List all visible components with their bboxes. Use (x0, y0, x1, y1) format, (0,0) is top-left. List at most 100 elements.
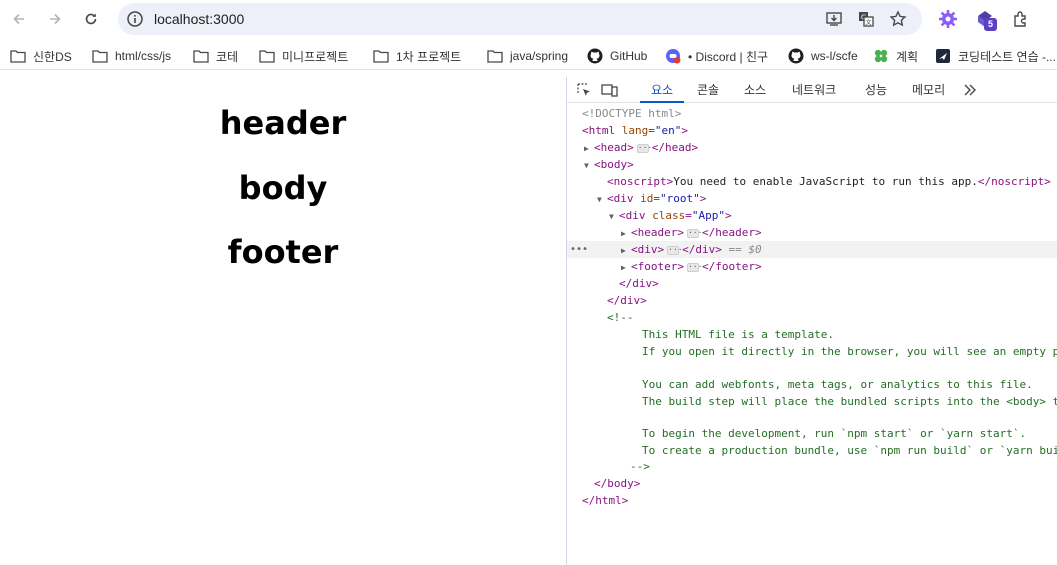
tree-node-div-selected[interactable]: ••• ▶ <div> ···</div> == $0 (567, 241, 1057, 258)
html-tag-close-bracket: > (681, 124, 688, 137)
install-app-button[interactable] (824, 9, 844, 29)
reload-button[interactable] (79, 7, 103, 31)
collapse-arrow-icon[interactable]: ▼ (597, 191, 607, 208)
tab-network[interactable]: 네트워크 (792, 77, 836, 103)
tree-node-html-close[interactable]: </html> (567, 492, 1057, 509)
comment-close: --> (630, 460, 650, 473)
comment-text: This HTML file is a template. (642, 328, 835, 341)
back-button[interactable] (7, 7, 31, 31)
div-close-tag: </div> (607, 294, 647, 307)
bookmark-label: java/spring (510, 49, 569, 63)
comment-open: <!-- (607, 311, 634, 324)
translate-button[interactable]: G文 (856, 9, 876, 29)
collapsed-ellipsis-icon[interactable]: ··· (667, 245, 683, 255)
comment-line: To create a production bundle, use `npm … (567, 442, 1057, 459)
header-open-tag: <header> (631, 226, 684, 239)
bookmark-plan[interactable]: 계획 (873, 45, 918, 67)
tree-node-footer[interactable]: ▶ <footer> ···</footer> (567, 258, 1057, 275)
bookmark-label: GitHub (610, 49, 648, 63)
comment-line (567, 360, 1057, 377)
tree-node-comment-close: --> (567, 458, 1057, 475)
comment-line: You can add webfonts, meta tags, or anal… (567, 376, 1057, 393)
tab-console[interactable]: 콘솔 (697, 77, 719, 103)
extensions-menu-button[interactable] (1010, 8, 1032, 30)
div-root-open-tag: <div (607, 192, 634, 205)
tab-performance[interactable]: 성능 (865, 77, 887, 103)
forward-button[interactable] (43, 7, 67, 31)
tab-sources[interactable]: 소스 (744, 77, 766, 103)
tree-node-html[interactable]: <html lang="en"> (567, 122, 1057, 139)
address-bar[interactable]: localhost:3000 G文 (118, 3, 922, 35)
html-tag: <html (582, 124, 616, 137)
header-close-tag: </header> (701, 226, 762, 239)
collapse-arrow-icon[interactable]: ▼ (609, 208, 619, 225)
expand-arrow-icon[interactable]: ▶ (584, 140, 594, 157)
row-actions-icon[interactable]: ••• (570, 241, 588, 258)
expand-arrow-icon[interactable]: ▶ (621, 242, 631, 259)
bookmark-folder-firstproject[interactable]: 1차 프로젝트 (373, 45, 461, 67)
github-icon (587, 48, 603, 64)
tree-node-comment-open[interactable]: <!-- (567, 309, 1057, 326)
device-toolbar-button[interactable] (601, 82, 619, 98)
bookmark-folder-htmlcssjs[interactable]: html/css/js (92, 45, 171, 67)
bookmark-programmers[interactable]: 코딩테스트 연습 -... (935, 45, 1056, 67)
tree-node-doctype[interactable]: <!DOCTYPE html> (567, 105, 1057, 122)
bookmark-folder-miniproject[interactable]: 미니프로젝트 (259, 45, 348, 67)
page-footer-heading: footer (227, 233, 339, 271)
tree-node-div-app[interactable]: ▼ <div class="App"> (567, 207, 1057, 224)
folder-icon (373, 50, 389, 63)
comment-line: To begin the development, run `npm start… (567, 425, 1057, 442)
clover-icon (874, 49, 888, 63)
bookmark-star-button[interactable] (888, 9, 908, 29)
bookmark-folder-codingtest[interactable]: 코테 (193, 45, 238, 67)
footer-close-tag: </footer> (701, 260, 762, 273)
bookmark-folder-javaspring[interactable]: java/spring (487, 45, 568, 67)
tree-node-body[interactable]: ▼ <body> (567, 156, 1057, 173)
double-chevron-right-icon (964, 84, 976, 96)
div-root-close-bracket: > (699, 192, 707, 205)
bookmark-label: 미니프로젝트 (282, 49, 349, 64)
tree-node-div-app-close[interactable]: </div> (567, 275, 1057, 292)
inspect-element-button[interactable] (575, 82, 593, 98)
id-value: "root" (660, 192, 700, 205)
div-app-close-bracket: > (725, 209, 732, 222)
bookmark-discord[interactable]: • Discord | 친구 (665, 45, 768, 67)
comment-text: To create a production bundle, use `npm … (642, 444, 1057, 457)
more-tabs-button[interactable] (961, 82, 979, 98)
tab-elements[interactable]: 요소 (640, 77, 684, 103)
tab-memory[interactable]: 메모리 (912, 77, 945, 103)
bookmark-github[interactable]: GitHub (587, 45, 647, 67)
bookmark-ws-scfe[interactable]: ws-l/scfe (788, 45, 858, 67)
tree-node-head[interactable]: ▶ <head> ···</head> (567, 139, 1057, 156)
tree-node-noscript[interactable]: <noscript>You need to enable JavaScript … (567, 173, 1057, 190)
device-mode-icon (601, 84, 618, 97)
puzzle-icon (1014, 11, 1026, 27)
tree-node-div-root[interactable]: ▼ <div id="root"> (567, 190, 1057, 207)
extension-gear-button[interactable] (937, 8, 959, 30)
page-header-heading: header (219, 104, 347, 142)
extension-badge-button[interactable]: 5 (974, 8, 997, 31)
url-text[interactable]: localhost:3000 (154, 3, 244, 35)
collapsed-ellipsis-icon[interactable]: ··· (686, 228, 702, 238)
body-close-tag: </body> (594, 477, 641, 490)
expand-arrow-icon[interactable]: ▶ (621, 225, 631, 242)
page-viewport: header body footer (0, 77, 566, 565)
arrow-right-icon (50, 13, 61, 25)
extension-count-badge: 5 (984, 18, 997, 31)
tree-node-div-root-close[interactable]: </div> (567, 292, 1057, 309)
collapse-arrow-icon[interactable]: ▼ (584, 157, 594, 174)
star-icon (889, 10, 907, 27)
expand-arrow-icon[interactable]: ▶ (621, 259, 631, 276)
class-value: "App" (691, 209, 725, 222)
bookmark-folder-shinhan[interactable]: 신한DS (10, 45, 72, 67)
tree-node-body-close[interactable]: </body> (567, 475, 1057, 492)
bookmark-label: html/css/js (115, 49, 172, 63)
collapsed-ellipsis-icon[interactable]: ··· (686, 262, 702, 272)
github-icon (788, 48, 804, 64)
bookmark-label: 코테 (216, 49, 239, 64)
site-info-icon[interactable] (126, 10, 144, 28)
tree-node-header[interactable]: ▶ <header> ···</header> (567, 224, 1057, 241)
collapsed-ellipsis-icon[interactable]: ··· (636, 143, 652, 153)
page-body-heading: body (238, 169, 328, 207)
comment-line: The build step will place the bundled sc… (567, 393, 1057, 410)
